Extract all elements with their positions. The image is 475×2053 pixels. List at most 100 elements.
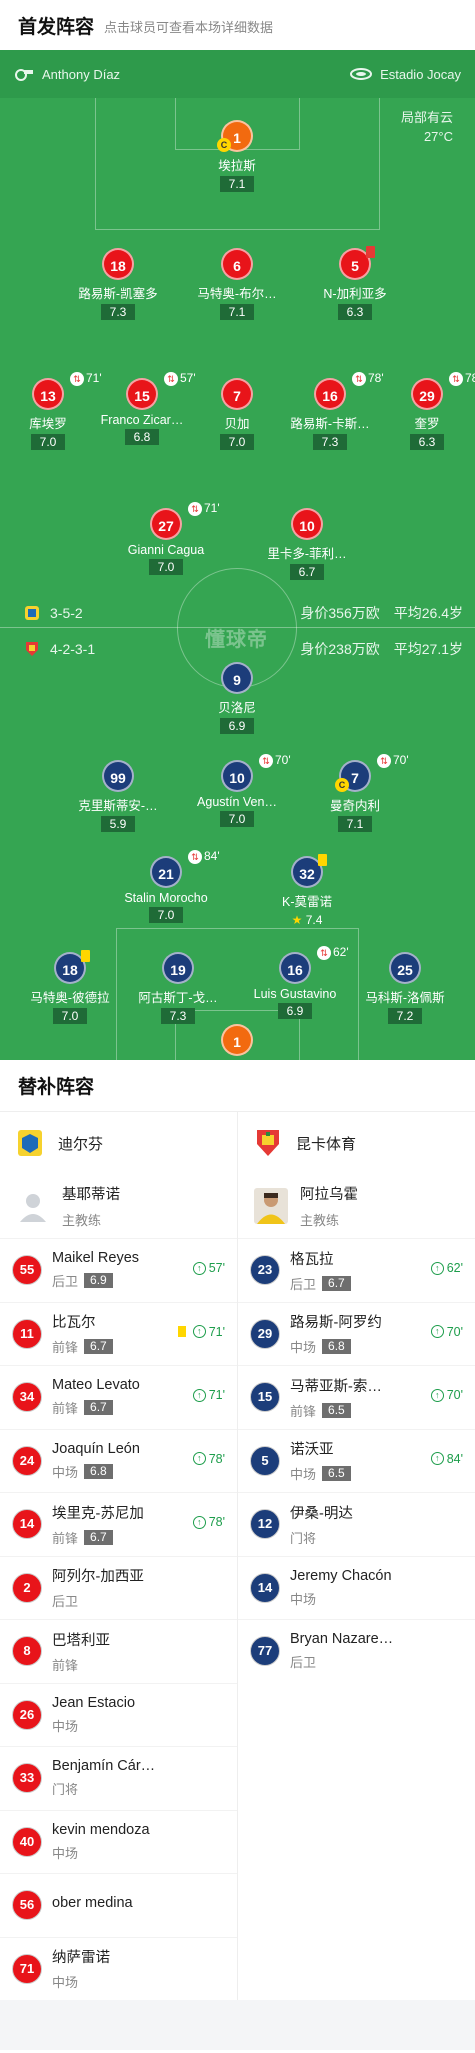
- sub-player-row[interactable]: 23 格瓦拉 后卫 6.7 ↑ 62': [238, 1238, 475, 1302]
- away-team-name: 昆卡体育: [296, 1135, 357, 1153]
- sub-player-position: 中场: [52, 1845, 79, 1861]
- pitch-player[interactable]: 25 马科斯-洛佩斯 7.2: [350, 952, 460, 1025]
- player-number: 16: [322, 388, 338, 404]
- sub-player-rating: 6.7: [84, 1400, 113, 1416]
- sub-player-row[interactable]: 5 诺沃亚 中场 6.5 ↑ 84': [238, 1428, 475, 1493]
- pitch-player[interactable]: 10 里卡多-菲利… 6.7: [252, 508, 362, 581]
- sub-player-row[interactable]: 14 埃里克-苏尼加 前锋 6.7 ↑ 78': [0, 1492, 237, 1556]
- sub-player-name: Benjamín Cár…: [52, 1758, 156, 1775]
- home-team-logo-icon: [18, 1130, 42, 1156]
- pitch-player[interactable]: 1 C 埃拉斯 7.1: [182, 120, 292, 193]
- away-team-logo-icon: [257, 1130, 279, 1156]
- home-subs-column: 迪尔芬 基耶蒂诺 主教练 55 Maikel Reyes 后卫 6.9 ↑ 57' 11 比瓦…: [0, 1112, 238, 2000]
- sub-in-minute: 71': [208, 1324, 225, 1339]
- player-number: 18: [62, 962, 78, 978]
- player-number-badge: 21: [150, 856, 182, 888]
- substitution-minute: 71': [204, 501, 220, 515]
- substitution-minute: 62': [333, 945, 349, 959]
- sub-in-arrow-icon: ↑: [430, 1261, 444, 1275]
- coach-avatar-placeholder-icon: [16, 1188, 50, 1224]
- pitch-player[interactable]: 18 路易斯-凯塞多 7.3: [63, 248, 173, 321]
- pitch-player[interactable]: 10 ⇅ 70' Agustín Ven… 7.0: [182, 753, 292, 828]
- pitch-player[interactable]: 32 K-莫雷诺 ★ 7.4: [252, 854, 362, 929]
- pitch-player[interactable]: 18 马特奥-彼德拉 7.0: [15, 950, 125, 1025]
- pitch-player[interactable]: 15 ⇅ 57' Franco Zicar… 6.8: [87, 371, 197, 446]
- pitch-player[interactable]: 19 阿古斯丁-戈… 7.3: [123, 952, 233, 1025]
- sub-player-number: 40: [12, 1826, 42, 1857]
- sub-in-marker: ↑ 84': [430, 1452, 463, 1466]
- sub-player-row[interactable]: 34 Mateo Levato 前锋 6.7 ↑ 71': [0, 1365, 237, 1429]
- pitch-player[interactable]: 7 C ⇅ 70' 曼奇内利 7.1: [300, 753, 410, 833]
- away-coach[interactable]: 阿拉乌霍 主教练: [238, 1174, 475, 1238]
- player-number-badge: 19: [162, 952, 194, 984]
- player-number: 16: [287, 962, 303, 978]
- pitch-player[interactable]: 21 ⇅ 84' Stalin Morocho 7.0: [111, 849, 221, 924]
- sub-player-meta: 中场: [52, 1972, 225, 1991]
- sub-player-row[interactable]: 29 路易斯-阿罗约 中场 6.8 ↑ 70': [238, 1301, 475, 1366]
- sub-player-name: 马蒂亚斯-索…: [290, 1378, 382, 1395]
- pitch-player[interactable]: 1布斯托斯7.2: [182, 1024, 292, 1060]
- away-subs-column: 昆卡体育 阿拉乌霍 主教练 23 格瓦拉 后卫 6.7 ↑ 62' 29 路易斯-阿罗约 中场 6…: [238, 1112, 475, 2000]
- home-coach[interactable]: 基耶蒂诺 主教练: [0, 1174, 237, 1238]
- subs-grid: 迪尔芬 基耶蒂诺 主教练 55 Maikel Reyes 后卫 6.9 ↑ 57' 11 比瓦…: [0, 1112, 475, 2000]
- pitch-player[interactable]: 16 ⇅ 78' 路易斯-卡斯… 7.3: [275, 371, 385, 451]
- sub-player-meta: 后卫 6.7: [290, 1274, 463, 1293]
- sub-player-position: 前锋: [52, 1530, 79, 1546]
- sub-player-row[interactable]: 8 巴塔利亚 前锋: [0, 1619, 237, 1683]
- sub-in-arrow-icon: ↑: [430, 1388, 444, 1402]
- sub-player-row[interactable]: 15 马蒂亚斯-索… 前锋 6.5 ↑ 70': [238, 1365, 475, 1429]
- player-name: 克里斯蒂安-…: [78, 799, 158, 813]
- pitch-player[interactable]: 16 ⇅ 62' Luis Gustavino 6.9: [240, 945, 350, 1020]
- sub-player-row[interactable]: 40 kevin mendoza 中场: [0, 1809, 237, 1874]
- sub-player-row[interactable]: 71 纳萨雷诺 中场: [0, 1936, 237, 2001]
- sub-in-minute: 62': [446, 1261, 463, 1275]
- sub-player-number: 56: [12, 1890, 42, 1921]
- player-number: 15: [134, 388, 150, 404]
- player-name: 埃拉斯: [218, 159, 256, 173]
- sub-player-row[interactable]: 11 比瓦尔 前锋 6.7 ↑ 71': [0, 1301, 237, 1366]
- home-sub-list: 55 Maikel Reyes 后卫 6.9 ↑ 57' 11 比瓦尔 前锋 6.7 ↑ 71' 34 M…: [0, 1238, 237, 2000]
- sub-in-marker: ↑ 78': [192, 1515, 225, 1529]
- sub-player-position: 后卫: [52, 1594, 79, 1610]
- player-number-badge: 5: [339, 246, 375, 280]
- sub-player-number: 12: [250, 1509, 280, 1540]
- player-number-badge: 99: [102, 760, 134, 792]
- player-number-badge: 18: [102, 248, 134, 280]
- player-rating-value: 7.0: [39, 435, 57, 449]
- sub-player-row[interactable]: 24 Joaquín León 中场 6.8 ↑ 78': [0, 1428, 237, 1493]
- sub-player-rating: 6.7: [84, 1339, 113, 1355]
- sub-player-row[interactable]: 77 Bryan Nazare… 后卫: [238, 1619, 475, 1683]
- player-name: Agustín Ven…: [197, 795, 277, 809]
- sub-player-row[interactable]: 55 Maikel Reyes 后卫 6.9 ↑ 57': [0, 1238, 237, 1302]
- pitch-player[interactable]: 9 贝洛尼 6.9: [182, 662, 292, 735]
- home-team-head[interactable]: 迪尔芬: [0, 1112, 237, 1174]
- player-rating-value: 7.1: [228, 305, 246, 319]
- player-name: 马科斯-洛佩斯: [365, 991, 445, 1005]
- sub-player-row[interactable]: 33 Benjamín Cár… 门将: [0, 1746, 237, 1810]
- player-name: 布斯托斯: [182, 1059, 292, 1060]
- pitch-player[interactable]: 29 ⇅78' 奎罗 6.3: [372, 371, 475, 451]
- sub-player-row[interactable]: 14 Jeremy Chacón 中场: [238, 1555, 475, 1620]
- lineup-hint: 点击球员可查看本场详细数据: [104, 20, 274, 35]
- sub-in-arrow-icon: ↑: [192, 1325, 206, 1338]
- sub-player-row[interactable]: 26 Jean Estacio 中场: [0, 1682, 237, 1747]
- away-team-head[interactable]: 昆卡体育: [238, 1112, 475, 1174]
- sub-player-row[interactable]: 2 阿列尔-加西亚 后卫: [0, 1555, 237, 1620]
- pitch-player[interactable]: 5 N-加利亚多 6.3: [300, 246, 410, 321]
- sub-player-row[interactable]: 56 ober medina: [0, 1873, 237, 1937]
- sub-player-row[interactable]: 12 伊桑-明达 门将: [238, 1492, 475, 1556]
- player-number-badge: 32: [291, 854, 327, 888]
- sub-player-position: 后卫: [290, 1276, 317, 1292]
- pitch-player[interactable]: 99 克里斯蒂安-… 5.9: [63, 760, 173, 833]
- sub-player-name: 伊桑-明达: [290, 1505, 353, 1522]
- sub-in-marker: ↑ 70': [430, 1325, 463, 1339]
- player-number-badge: 9: [221, 662, 253, 694]
- sub-player-meta: 前锋 6.7: [52, 1337, 225, 1356]
- player-number: 18: [110, 258, 126, 274]
- player-rating: 6.3: [338, 304, 372, 320]
- player-number: 1: [233, 1034, 241, 1050]
- sub-player-name: ober medina: [52, 1894, 133, 1911]
- pitch-player[interactable]: 27 ⇅ 71' Gianni Cagua 7.0: [111, 501, 221, 576]
- pitch-player[interactable]: 6 马特奥-布尔… 7.1: [182, 248, 292, 321]
- player-rating: 7.0: [220, 811, 254, 827]
